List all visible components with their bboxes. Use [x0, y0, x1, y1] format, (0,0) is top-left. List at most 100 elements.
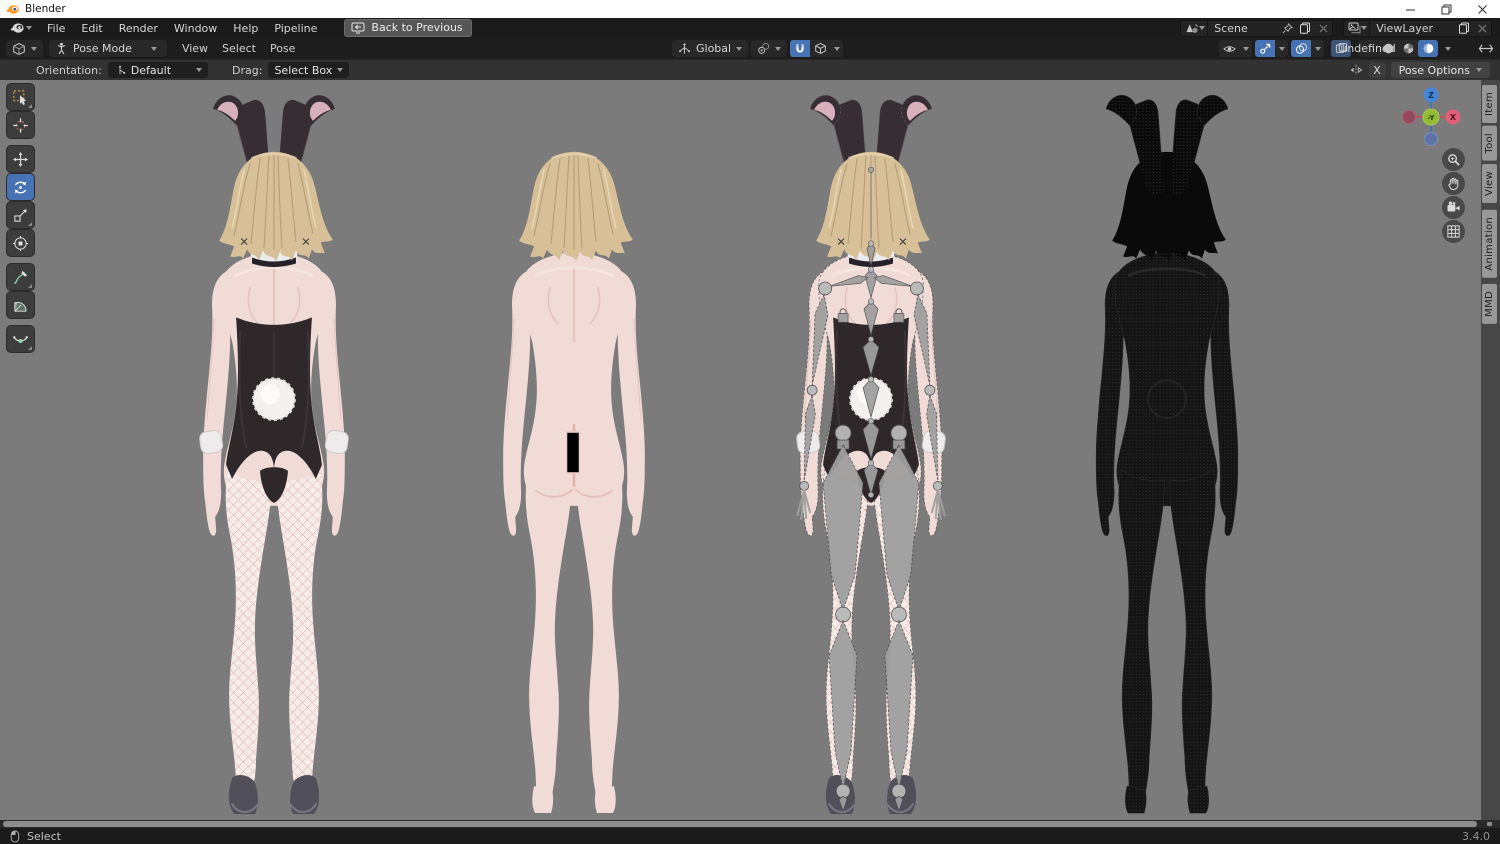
view-layer-name[interactable]: ViewLayer — [1370, 22, 1455, 35]
scrollbar-handle[interactable] — [3, 821, 1477, 827]
chevron-down-icon — [833, 46, 840, 51]
new-scene-button[interactable] — [1296, 21, 1314, 36]
sidebar-tab-view[interactable]: View — [1482, 163, 1497, 203]
scene-name[interactable]: Scene — [1208, 22, 1278, 35]
chevron-down-icon — [1444, 46, 1451, 51]
drag-value: Select Box — [274, 63, 333, 77]
figure-body-wireframe[interactable] — [1067, 90, 1267, 818]
editor-type-button[interactable] — [6, 40, 43, 57]
remove-view-layer-button[interactable] — [1473, 21, 1491, 36]
viewport-zoom-button[interactable] — [1442, 148, 1465, 171]
shading-solid-button[interactable] — [1378, 40, 1398, 57]
sidebar-tab-item[interactable]: Item — [1482, 85, 1497, 123]
snap-dropdown[interactable] — [830, 40, 843, 57]
drag-dropdown[interactable]: Select Box — [268, 62, 350, 78]
show-gizmos-toggle[interactable] — [1255, 40, 1275, 57]
mouse-hint-icon — [10, 829, 20, 843]
pivot-point-dropdown[interactable] — [751, 40, 788, 57]
figure-bunny-armature[interactable] — [771, 90, 971, 818]
chevron-down-icon — [150, 46, 157, 51]
duplicate-icon — [1299, 22, 1311, 34]
gizmos-dropdown[interactable] — [1275, 40, 1288, 57]
orientation-icon — [114, 64, 126, 76]
menu-render[interactable]: Render — [111, 20, 166, 37]
pose-mode-icon — [55, 42, 68, 55]
menu-file[interactable]: File — [39, 20, 73, 37]
axis-x-negative[interactable] — [1402, 110, 1416, 124]
overlays-dropdown[interactable] — [1311, 40, 1324, 57]
gizmo-icon — [1259, 42, 1272, 55]
chevron-down-icon — [31, 46, 37, 51]
object-visibility-dropdown[interactable] — [1219, 40, 1252, 57]
unlink-scene-button[interactable] — [1314, 21, 1332, 36]
tool-transform-button[interactable] — [7, 230, 34, 256]
pose-options-dropdown[interactable]: Pose Options — [1390, 62, 1490, 78]
timeline-scrollbar-region — [0, 820, 1500, 828]
axis-z-negative[interactable] — [1424, 132, 1438, 146]
viewport-menu-view[interactable]: View — [175, 40, 215, 57]
menu-pipeline[interactable]: Pipeline — [266, 20, 325, 37]
menu-edit[interactable]: Edit — [73, 20, 110, 37]
tool-measure-button[interactable] — [7, 292, 34, 318]
orientation-dropdown[interactable]: Default — [107, 62, 209, 78]
chevron-down-icon — [736, 46, 743, 51]
navigation-gizmo[interactable]: Z X -Y — [1399, 85, 1463, 149]
swap-regions-icon[interactable] — [1478, 43, 1494, 54]
axis-z-label: Z — [1428, 91, 1434, 100]
shading-material-preview-button[interactable] — [1398, 40, 1418, 57]
pin-scene-button[interactable] — [1278, 21, 1296, 36]
status-hint: Select — [27, 829, 61, 843]
shading-dropdown[interactable] — [1441, 40, 1454, 57]
shading-rendered-button[interactable] — [1418, 40, 1438, 57]
close-icon — [1478, 24, 1487, 33]
viewport-perspective-button[interactable] — [1442, 220, 1465, 243]
title-bar: Blender — [0, 0, 1500, 18]
viewport-editor-icon — [12, 42, 26, 56]
tool-annotate-button[interactable] — [7, 264, 34, 290]
drag-label: Drag: — [232, 63, 263, 77]
viewport-menu-select[interactable]: Select — [215, 40, 263, 57]
chevron-down-icon — [337, 68, 344, 72]
sidebar-tab-animation[interactable]: Animation — [1482, 209, 1497, 278]
blender-menu-button[interactable] — [4, 20, 38, 36]
snap-toggle[interactable] — [790, 40, 811, 57]
overlays-icon — [1295, 42, 1308, 55]
close-button[interactable] — [1464, 0, 1500, 18]
menu-list: File Edit Render Window Help Pipeline — [39, 20, 325, 37]
tool-move-button[interactable] — [7, 146, 34, 172]
visibility-caret[interactable] — [1239, 40, 1252, 57]
duplicate-icon — [1458, 22, 1470, 34]
show-overlays-toggle[interactable] — [1291, 40, 1311, 57]
sidebar-tab-tool[interactable]: Tool — [1482, 125, 1497, 161]
blender-logo-icon — [6, 3, 19, 16]
tool-scale-button[interactable] — [7, 202, 34, 228]
snap-target-button[interactable] — [810, 40, 830, 57]
view-layer-browse-button[interactable] — [1344, 20, 1371, 36]
mode-selector[interactable]: Pose Mode — [49, 40, 167, 57]
mode-label: Pose Mode — [73, 42, 132, 55]
viewport-pan-button[interactable] — [1442, 172, 1465, 195]
tool-breakdowner-button[interactable] — [7, 326, 34, 352]
tool-expand-notch — [28, 222, 32, 226]
mirror-x-toggle[interactable]: X — [1368, 62, 1386, 78]
figure-body-nude[interactable] — [474, 90, 674, 818]
scene-browse-button[interactable] — [1181, 20, 1209, 36]
orientation-label: Global — [696, 42, 732, 55]
back-to-previous-button[interactable]: Back to Previous — [344, 19, 472, 37]
new-view-layer-button[interactable] — [1455, 21, 1473, 36]
chevron-down-icon — [1199, 26, 1206, 30]
menu-window[interactable]: Window — [166, 20, 225, 37]
figure-bunny-textured[interactable] — [174, 90, 374, 818]
transform-orientation-dropdown[interactable]: Global — [672, 40, 749, 57]
minimize-button[interactable] — [1392, 0, 1428, 18]
tool-cursor-button[interactable] — [7, 112, 34, 138]
shading-wireframe-button[interactable]: undefined — [1340, 40, 1395, 57]
restore-button[interactable] — [1428, 0, 1464, 18]
tool-select-box-button[interactable] — [7, 84, 34, 110]
viewport-3d[interactable]: Z X -Y Item Tool View Animation MMD — [0, 80, 1500, 820]
tool-rotate-button[interactable] — [7, 174, 34, 200]
sidebar-tab-mmd[interactable]: MMD — [1482, 284, 1497, 325]
menu-help[interactable]: Help — [225, 20, 266, 37]
viewport-menu-pose[interactable]: Pose — [263, 40, 302, 57]
viewport-camera-button[interactable] — [1442, 196, 1465, 219]
